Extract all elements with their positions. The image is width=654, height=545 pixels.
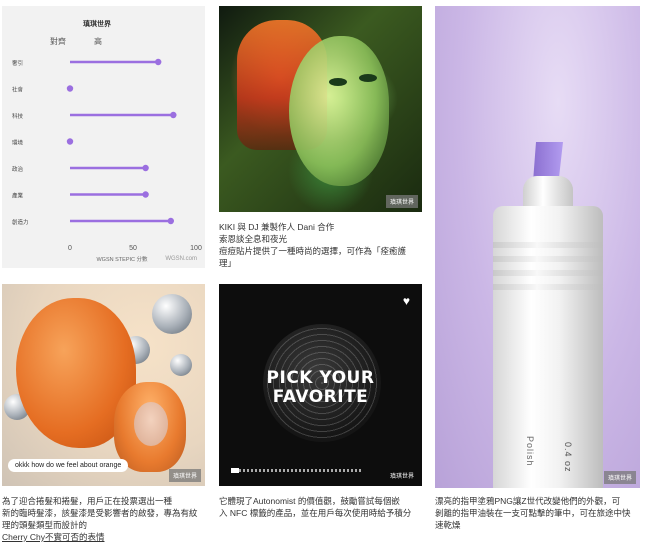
- x-tick-label: 50: [129, 245, 137, 252]
- lollipop-dot: [170, 111, 177, 119]
- pen-size-text: 0.4 oz: [563, 442, 573, 473]
- chrome-blob: [152, 294, 192, 334]
- pick-favorite-image-tile[interactable]: ♥ PICK YOUR FAVORITE 瑱琪世界: [219, 284, 422, 486]
- eye-right: [359, 74, 377, 82]
- pen-ridge: [493, 256, 603, 262]
- category-label: 創造力: [12, 218, 29, 226]
- video-scrubber[interactable]: [231, 469, 361, 472]
- category-label: 社會: [12, 86, 24, 94]
- lollipop-dot: [142, 191, 149, 198]
- pen-ridge: [493, 242, 603, 248]
- orange-hair-image-tile[interactable]: okkk how do we feel about orange 瑱琪世界: [2, 284, 205, 486]
- polish-caption-line-3: 速乾燥: [435, 520, 461, 530]
- category-label: 產業: [12, 192, 24, 200]
- pick-watermark: 瑱琪世界: [389, 474, 414, 480]
- lollipop-dot: [167, 217, 174, 225]
- lollipop-dot: [142, 164, 149, 172]
- x-tick-label: 0: [68, 245, 72, 252]
- comment-bubble: okkk how do we feel about orange: [8, 459, 129, 472]
- pick-caption-line-1: 它體現了Autonomist 的價值觀，鼓勵嘗試每個嵌: [219, 496, 400, 506]
- chart-title: 瑱琪世界: [83, 19, 112, 28]
- portrait-caption-line-2: 索恩談全息和夜光: [219, 234, 288, 244]
- pick-title-line-2: FAVORITE: [272, 387, 369, 407]
- legend-label: 對齊: [50, 36, 66, 46]
- heart-icon[interactable]: ♥: [403, 294, 410, 308]
- portrait-caption-line-1: KIKI 與 DJ 兼製作人 Dani 合作: [219, 222, 335, 232]
- stepic-chart-tile[interactable]: 瑱琪世界對齊 高奢引社會科技環境政治產業創造力 0 50 100 WGSN STEPIC …: [2, 6, 205, 268]
- eye-left: [329, 78, 347, 86]
- pick-caption-line-2: 入 NFC 標籤的產品，並在用戶每次使用時給予積分: [219, 508, 412, 518]
- polish-watermark: 瑱琪世界: [603, 471, 636, 484]
- pick-caption[interactable]: 它體現了Autonomist 的價值觀，鼓勵嘗試每個嵌 入 NFC 標籤的產品，…: [219, 495, 429, 519]
- orange-caption[interactable]: 為了迎合捲髮和捲髮，用戶正在投票選出一種 新的臨時髮漆，該髮漆是受影響者的啟發，…: [2, 495, 212, 543]
- portrait-caption-line-4: 理」: [219, 258, 237, 268]
- stepic-chart: 瑱琪世界對齊 高奢引社會科技環境政治產業創造力 0 50 100 WGSN STEPIC …: [12, 19, 202, 263]
- person-face: [134, 402, 168, 446]
- orange-caption-line-1: 為了迎合捲髮和捲髮，用戶正在投票選出一種: [2, 496, 173, 506]
- video-scrubber-handle[interactable]: [231, 468, 239, 473]
- chrome-blob: [170, 354, 192, 376]
- polish-caption-line-1: 漂亮的指甲塗鴉PNG讓Z世代改變他們的外觀，可: [435, 496, 621, 506]
- portrait-watermark: 瑱琪世界: [385, 195, 418, 208]
- orange-credit-link[interactable]: Cherry Chy不實可否的表情: [2, 531, 212, 543]
- category-label: 奢引: [12, 59, 23, 67]
- lollipop-dot: [155, 58, 162, 66]
- portrait-caption-line-3: 痘痘貼片提供了一種時尚的選擇，可作為「痊癒護: [219, 246, 407, 256]
- orange-caption-line-2: 新的臨時髮漆，該髮漆是受影響者的啟發，專為有紋: [2, 508, 198, 518]
- x-axis-label: WGSN STEPIC 分數: [96, 255, 148, 263]
- polish-caption[interactable]: 漂亮的指甲塗鴉PNG讓Z世代改變他們的外觀，可 剝離的指甲油裝在一支可點擊的筆中…: [435, 495, 645, 531]
- polish-caption-line-2: 剝離的指甲油裝在一支可點擊的筆中，可在旅途中快: [435, 508, 631, 518]
- orange-caption-line-3: 理的頭髮類型而設計的: [2, 520, 88, 530]
- lollipop-dot: [66, 85, 74, 92]
- chart-watermark: WGSN.com: [165, 256, 197, 262]
- portrait-caption[interactable]: KIKI 與 DJ 兼製作人 Dani 合作 索恩談全息和夜光 痘痘貼片提供了一…: [219, 221, 424, 269]
- lollipop-dot: [66, 138, 74, 145]
- pen-ridge: [493, 270, 603, 276]
- x-tick-label: 100: [190, 245, 202, 252]
- nail-polish-image-tile[interactable]: Polish 0.4 oz 瑱琪世界: [435, 6, 640, 488]
- pen-body: [493, 206, 603, 488]
- legend-label: 高: [94, 36, 102, 46]
- pick-title-line-1: PICK YOUR: [266, 368, 375, 388]
- pen-ridge: [493, 284, 603, 290]
- face-shape: [289, 36, 389, 186]
- pen-label-text: Polish: [525, 436, 535, 467]
- portrait-image-tile[interactable]: 瑱琪世界: [219, 6, 422, 212]
- category-label: 政治: [12, 165, 24, 173]
- category-label: 環境: [12, 139, 24, 147]
- category-label: 科技: [12, 112, 24, 120]
- orange-watermark: 瑱琪世界: [168, 469, 201, 482]
